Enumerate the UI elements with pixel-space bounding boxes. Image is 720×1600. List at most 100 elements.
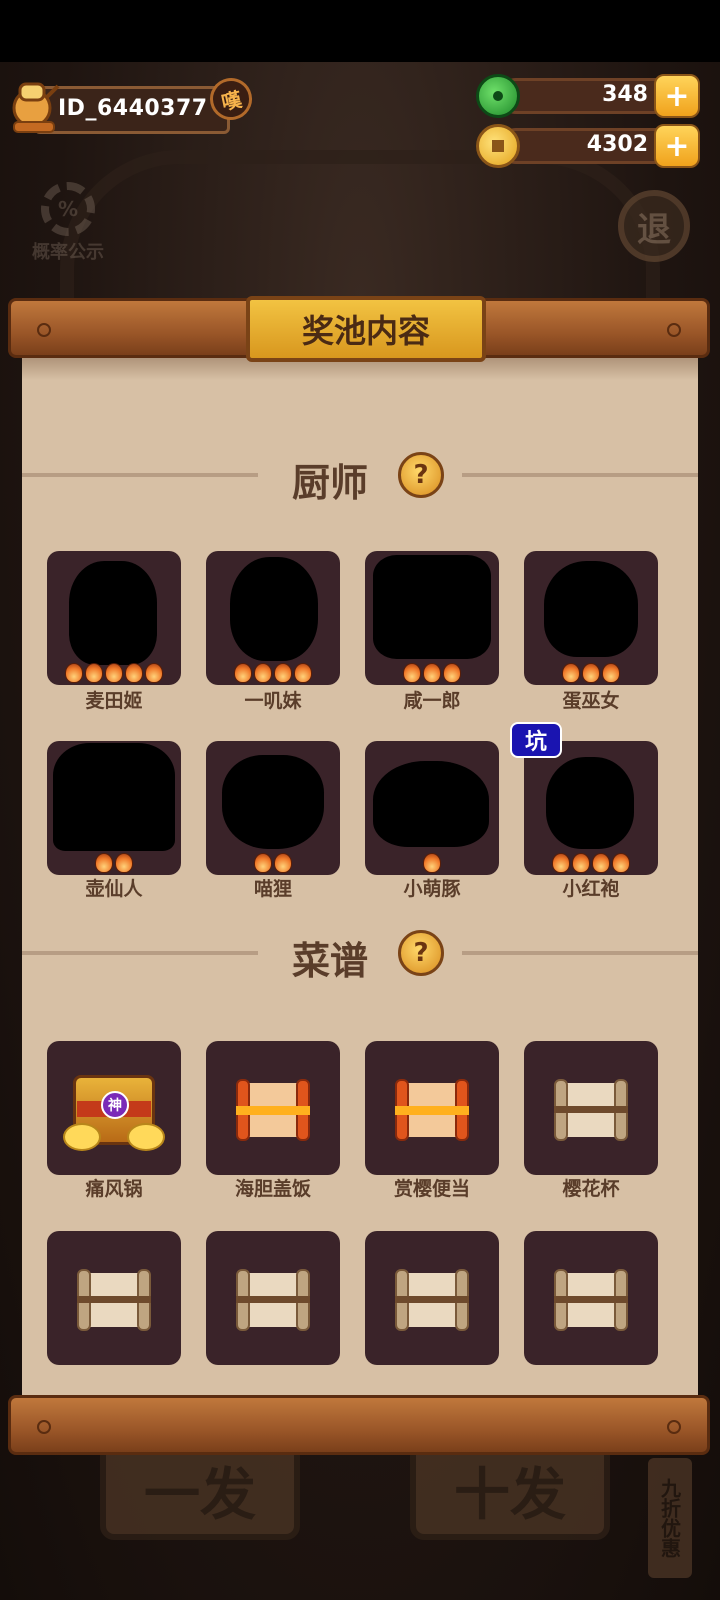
fire-icon	[125, 663, 143, 683]
divine-tag: 神	[101, 1091, 129, 1119]
rarity-fires	[524, 853, 658, 873]
recipe-card-yinghuabei[interactable]	[524, 1041, 658, 1175]
recipe-card[interactable]	[206, 1231, 340, 1365]
chef-card-yijimei[interactable]	[206, 551, 340, 685]
chef-card-xianyilang[interactable]	[365, 551, 499, 685]
recipe-card-haidangaifan[interactable]	[206, 1041, 340, 1175]
recipe-help-icon[interactable]: ?	[398, 930, 444, 976]
fire-icon	[592, 853, 610, 873]
rarity-fires	[365, 853, 499, 873]
jade-value: 348	[602, 82, 648, 107]
chef-avatar-icon	[12, 82, 60, 133]
recipe-name: 痛风锅	[85, 1178, 143, 1200]
single-draw-button[interactable]: 一发	[100, 1440, 300, 1540]
fire-icon	[95, 853, 113, 873]
nail-icon	[37, 1420, 51, 1434]
cloud-shape	[63, 1123, 101, 1151]
chef-card-huxianren[interactable]	[47, 741, 181, 875]
scroll-ribbon	[554, 1106, 628, 1113]
fire-icon	[115, 853, 133, 873]
fire-icon	[552, 853, 570, 873]
fire-icon	[105, 663, 123, 683]
recipe-name: 海胆盖饭	[234, 1178, 311, 1200]
add-jade-button[interactable]: +	[654, 74, 700, 118]
red-scroll-icon	[395, 1079, 469, 1141]
nail-icon	[37, 323, 51, 337]
divider-line	[462, 951, 698, 955]
chef-card-miaoli[interactable]	[206, 741, 340, 875]
chef-help-icon[interactable]: ?	[398, 452, 444, 498]
fire-icon	[572, 853, 590, 873]
fire-icon	[582, 663, 600, 683]
fire-icon	[423, 663, 441, 683]
scroll-ribbon	[236, 1106, 310, 1115]
ten-draw-button[interactable]: 十发	[410, 1440, 610, 1540]
plain-scroll-icon	[395, 1269, 469, 1331]
probability-button[interactable]: % 概率公示	[20, 182, 116, 264]
recipe-card[interactable]	[365, 1231, 499, 1365]
recipe-name: 赏樱便当	[393, 1178, 470, 1200]
panel-title: 奖池内容	[246, 296, 486, 362]
chef-section-title: 厨师	[292, 461, 369, 505]
fire-icon	[145, 663, 163, 683]
fire-icon	[274, 663, 292, 683]
rarity-fires	[47, 663, 181, 683]
player-info[interactable]: ID_6440377 嘆	[6, 74, 256, 140]
chef-name: 壶仙人	[85, 878, 143, 900]
rarity-fires	[47, 853, 181, 873]
chef-card-danwunv[interactable]	[524, 551, 658, 685]
red-scroll-icon	[236, 1079, 310, 1141]
scroll-ribbon	[77, 1296, 151, 1303]
exit-button[interactable]: 退	[618, 190, 690, 262]
scroll-ribbon	[554, 1296, 628, 1303]
recipe-card-shangyingbiandang[interactable]	[365, 1041, 499, 1175]
fire-icon	[65, 663, 83, 683]
chef-name: 喵狸	[253, 878, 292, 900]
fire-icon	[234, 663, 252, 683]
pit-badge: 坑	[510, 722, 562, 758]
rarity-fires	[365, 663, 499, 683]
chef-silhouette	[230, 557, 318, 661]
chef-silhouette	[544, 561, 638, 657]
prize-pool-panel[interactable]: 厨师 ? 麦田姬 一叽妹 咸一郎 蛋巫女 壶仙人 喵狸 小萌豚 坑 小红袍 菜谱…	[22, 356, 698, 1396]
rarity-fires	[206, 853, 340, 873]
recipe-card[interactable]	[47, 1231, 181, 1365]
probability-gear-icon: %	[41, 182, 95, 236]
plain-scroll-icon	[554, 1079, 628, 1141]
probability-label: 概率公示	[32, 242, 104, 263]
chef-name: 一叽妹	[244, 690, 302, 712]
recipe-card-tongfengguo[interactable]: 神	[47, 1041, 181, 1175]
add-coin-button[interactable]: +	[654, 124, 700, 168]
plain-scroll-icon	[77, 1269, 151, 1331]
divider-line	[462, 473, 698, 477]
scroll-rod-bottom[interactable]	[8, 1395, 710, 1455]
coin-value: 4302	[586, 132, 648, 157]
nail-icon	[667, 1420, 681, 1434]
jade-currency: 348 +	[476, 74, 700, 118]
scroll-ribbon	[395, 1296, 469, 1303]
fire-icon	[254, 853, 272, 873]
plain-scroll-icon	[236, 1269, 310, 1331]
chef-silhouette	[222, 755, 324, 849]
recipe-name: 樱花杯	[562, 1178, 620, 1200]
chef-card-xiaomengtun[interactable]	[365, 741, 499, 875]
chef-name: 蛋巫女	[562, 690, 620, 712]
fire-icon	[562, 663, 580, 683]
fire-icon	[403, 663, 421, 683]
chef-silhouette	[373, 555, 491, 659]
chef-silhouette	[69, 561, 157, 665]
background-arch	[60, 150, 660, 310]
chef-name: 小红袍	[562, 878, 620, 900]
fire-icon	[612, 853, 630, 873]
rarity-fires	[206, 663, 340, 683]
scroll-ribbon	[395, 1106, 469, 1115]
divider-line	[22, 473, 258, 477]
chef-name: 小萌豚	[403, 878, 461, 900]
coin-icon	[476, 124, 520, 168]
fire-icon	[294, 663, 312, 683]
recipe-card[interactable]	[524, 1231, 658, 1365]
chef-silhouette	[373, 761, 489, 847]
chef-card-maitianji[interactable]	[47, 551, 181, 685]
chef-card-xiaohongpao[interactable]	[524, 741, 658, 875]
scroll-ribbon	[236, 1296, 310, 1303]
